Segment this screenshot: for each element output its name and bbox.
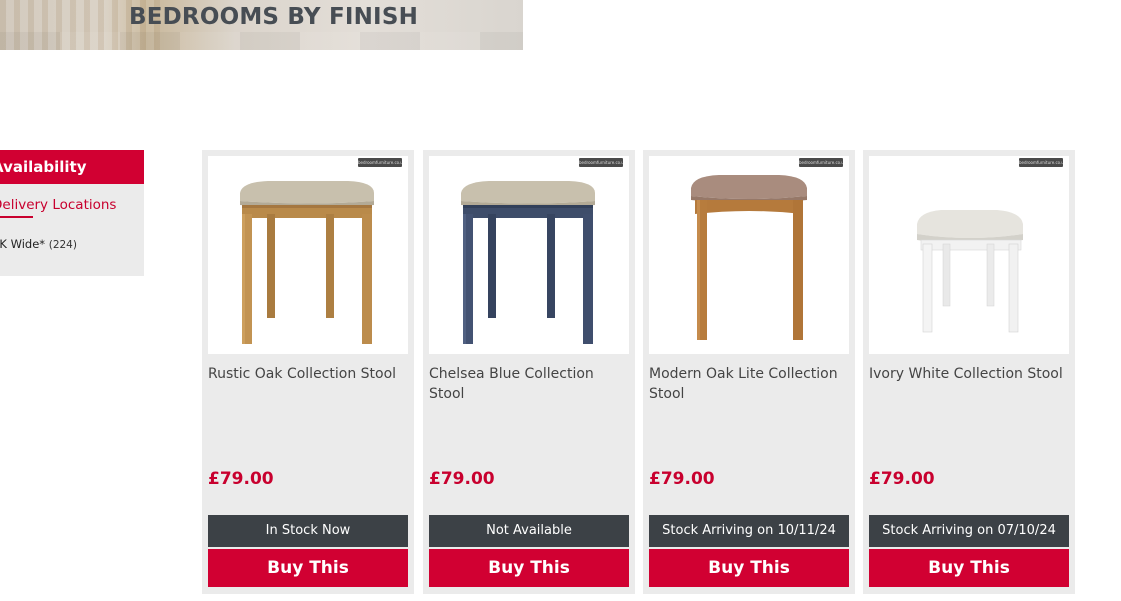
category-banner: BEDROOMS BY FINISH bbox=[0, 0, 523, 50]
product-card[interactable]: bedroomfurniture.co.uk Rustic Oak Collec… bbox=[202, 150, 414, 594]
product-image[interactable]: bedroomfurniture.co.uk bbox=[208, 156, 408, 354]
product-image[interactable]: bedroomfurniture.co.uk bbox=[649, 156, 849, 354]
rustic-oak-stool-icon bbox=[240, 181, 374, 344]
product-card[interactable]: bedroomfurniture.co.uk Chelsea Blue Coll… bbox=[423, 150, 635, 594]
delivery-locations-underline bbox=[0, 216, 33, 218]
product-price: £79.00 bbox=[208, 469, 274, 489]
product-price: £79.00 bbox=[429, 469, 495, 489]
product-card[interactable]: bedroomfurniture.co.uk Modern Oak Lite C… bbox=[643, 150, 855, 594]
buy-button[interactable]: Buy This bbox=[208, 549, 408, 587]
stock-status: In Stock Now bbox=[208, 515, 408, 547]
product-title[interactable]: Chelsea Blue Collection Stool bbox=[429, 364, 629, 404]
filter-option-label: UK Wide* bbox=[0, 237, 46, 251]
product-price: £79.00 bbox=[649, 469, 715, 489]
banner-floor-image bbox=[0, 32, 523, 50]
product-image[interactable]: bedroomfurniture.co.uk bbox=[429, 156, 629, 354]
product-title[interactable]: Ivory White Collection Stool bbox=[869, 364, 1069, 384]
modern-oak-stool-icon bbox=[691, 175, 807, 340]
delivery-locations-link[interactable]: Delivery Locations bbox=[0, 197, 116, 213]
product-price: £79.00 bbox=[869, 469, 935, 489]
stock-status: Stock Arriving on 07/10/24 bbox=[869, 515, 1069, 547]
buy-button[interactable]: Buy This bbox=[649, 549, 849, 587]
brand-logo-tag: bedroomfurniture.co.uk bbox=[1019, 158, 1063, 167]
buy-button[interactable]: Buy This bbox=[429, 549, 629, 587]
brand-logo-tag: bedroomfurniture.co.uk bbox=[579, 158, 623, 167]
product-title[interactable]: Rustic Oak Collection Stool bbox=[208, 364, 408, 384]
ivory-white-stool-icon bbox=[917, 210, 1023, 333]
filter-sidebar: Availability Delivery Locations UK Wide*… bbox=[0, 150, 144, 276]
banner-title: BEDROOMS BY FINISH bbox=[129, 4, 419, 30]
product-title[interactable]: Modern Oak Lite Collection Stool bbox=[649, 364, 849, 404]
stock-status: Stock Arriving on 10/11/24 bbox=[649, 515, 849, 547]
filter-option-uk-wide[interactable]: UK Wide* (224) bbox=[0, 237, 77, 251]
brand-logo-tag: bedroomfurniture.co.uk bbox=[799, 158, 843, 167]
product-image[interactable]: bedroomfurniture.co.uk bbox=[869, 156, 1069, 354]
filter-option-count: (224) bbox=[48, 239, 77, 251]
buy-button[interactable]: Buy This bbox=[869, 549, 1069, 587]
brand-logo-tag: bedroomfurniture.co.uk bbox=[358, 158, 402, 167]
filter-header-availability[interactable]: Availability bbox=[0, 150, 144, 184]
product-card[interactable]: bedroomfurniture.co.uk Ivory White Colle… bbox=[863, 150, 1075, 594]
chelsea-blue-stool-icon bbox=[461, 181, 595, 344]
stock-status: Not Available bbox=[429, 515, 629, 547]
